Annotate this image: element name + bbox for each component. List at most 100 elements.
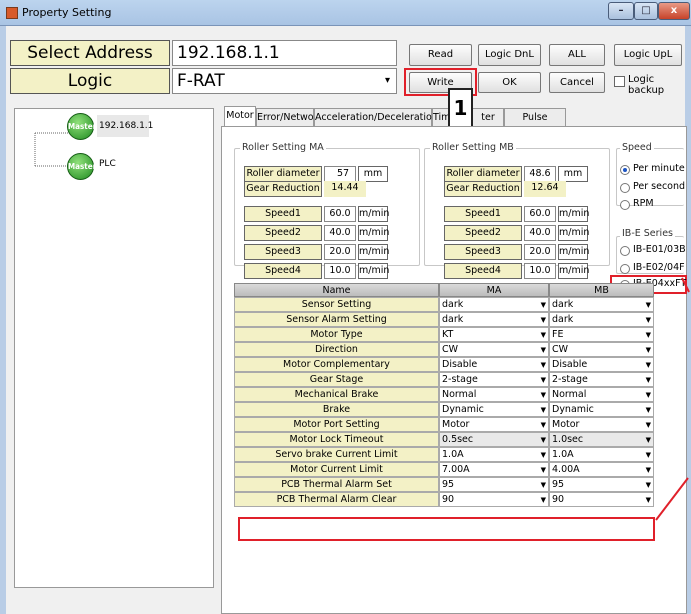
ma-speed4-input[interactable]: 10.0 <box>324 263 356 279</box>
chevron-down-icon[interactable]: ▼ <box>541 418 546 432</box>
chevron-down-icon[interactable]: ▼ <box>646 448 651 462</box>
ma-speed1-input[interactable]: 60.0 <box>324 206 356 222</box>
chevron-down-icon[interactable]: ▼ <box>646 358 651 372</box>
grid-row-mb-select[interactable]: FE ▼ <box>549 327 654 342</box>
grid-row-ma-select[interactable]: 90 ▼ <box>439 492 549 507</box>
ma-speed2-input[interactable]: 40.0 <box>324 225 356 241</box>
grid-row-mb-select[interactable]: Disable ▼ <box>549 357 654 372</box>
mb-roller-diameter-input[interactable]: 48.6 <box>524 166 556 182</box>
chevron-down-icon[interactable]: ▼ <box>646 373 651 387</box>
mb-speed4-input[interactable]: 10.0 <box>524 263 556 279</box>
grid-row-ma-select[interactable]: CW ▼ <box>439 342 549 357</box>
grid-row-mb-select[interactable]: 2-stage ▼ <box>549 372 654 387</box>
grid-row-mb-select[interactable]: Motor ▼ <box>549 417 654 432</box>
close-button[interactable]: x <box>658 2 690 20</box>
grid-row-ma-select[interactable]: dark ▼ <box>439 297 549 312</box>
chevron-down-icon[interactable]: ▼ <box>646 343 651 357</box>
rpm-radio[interactable] <box>620 200 630 210</box>
grid-row-mb-select-text: dark <box>552 299 574 310</box>
ibe-01-03b-radio[interactable] <box>620 246 630 256</box>
ma-speed3-input[interactable]: 20.0 <box>324 244 356 260</box>
grid-header-mb[interactable]: MB <box>549 283 654 297</box>
tree-node-plc[interactable]: PLC <box>99 159 116 169</box>
grid-row-ma-select[interactable]: KT ▼ <box>439 327 549 342</box>
tab-counter[interactable]: ter <box>472 108 504 127</box>
grid-row-ma-select[interactable]: Disable ▼ <box>439 357 549 372</box>
chevron-down-icon[interactable]: ▼ <box>646 313 651 327</box>
grid-header-ma[interactable]: MA <box>439 283 549 297</box>
master-node-icon[interactable]: Master <box>67 113 96 140</box>
per-minute-radio[interactable] <box>620 165 630 175</box>
chevron-down-icon[interactable]: ▼ <box>541 478 546 492</box>
grid-row-ma-select[interactable]: 2-stage ▼ <box>439 372 549 387</box>
grid-row-mb-select[interactable]: dark ▼ <box>549 297 654 312</box>
chevron-down-icon[interactable]: ▼ <box>646 298 651 312</box>
cancel-button[interactable]: Cancel <box>549 72 605 93</box>
logic-select[interactable]: F-RAT ▾ <box>172 68 397 94</box>
grid-row-ma-select[interactable]: dark ▼ <box>439 312 549 327</box>
chevron-down-icon[interactable]: ▼ <box>646 433 651 447</box>
chevron-down-icon[interactable]: ▼ <box>646 463 651 477</box>
all-button[interactable]: ALL <box>549 44 605 66</box>
maximize-button[interactable]: □ <box>634 2 658 20</box>
per-second-radio[interactable] <box>620 183 630 193</box>
chevron-down-icon[interactable]: ▼ <box>646 328 651 342</box>
chevron-down-icon[interactable]: ▼ <box>541 403 546 417</box>
grid-row-name-text: Sensor Alarm Setting <box>286 314 387 325</box>
ma-roller-diameter-input[interactable]: 57 <box>324 166 356 182</box>
logic-dnl-button[interactable]: Logic DnL <box>478 44 541 66</box>
tab-pulse-counter[interactable]: Pulse Counter <box>504 108 566 141</box>
logic-upl-button[interactable]: Logic UpL <box>614 44 682 66</box>
grid-row-mb-select[interactable]: 1.0sec ▼ <box>549 432 654 447</box>
mb-speed2-input[interactable]: 40.0 <box>524 225 556 241</box>
mb-speed1-input[interactable]: 60.0 <box>524 206 556 222</box>
chevron-down-icon[interactable]: ▼ <box>541 328 546 342</box>
grid-row-ma-select[interactable]: 7.00A ▼ <box>439 462 549 477</box>
grid-row-mb-select[interactable]: 1.0A ▼ <box>549 447 654 462</box>
grid-row-ma-select[interactable]: 1.0A ▼ <box>439 447 549 462</box>
grid-row-mb-select[interactable]: 90 ▼ <box>549 492 654 507</box>
grid-row-name: Servo brake Current Limit <box>234 447 439 462</box>
grid-row-mb-select-text: 4.00A <box>552 464 580 475</box>
grid-row-mb-select[interactable]: Normal ▼ <box>549 387 654 402</box>
chevron-down-icon[interactable]: ▼ <box>541 373 546 387</box>
chevron-down-icon[interactable]: ▼ <box>541 433 546 447</box>
grid-row-ma-select[interactable]: Normal ▼ <box>439 387 549 402</box>
chevron-down-icon[interactable]: ▼ <box>541 343 546 357</box>
read-button[interactable]: Read <box>409 44 472 66</box>
plc-node-icon[interactable]: Master <box>67 153 96 180</box>
grid-row-ma-select[interactable]: 95 ▼ <box>439 477 549 492</box>
chevron-down-icon[interactable]: ▼ <box>541 313 546 327</box>
grid-row-mb-select[interactable]: dark ▼ <box>549 312 654 327</box>
title-bar[interactable]: Property Setting – □ x <box>0 0 691 26</box>
tab-error-network[interactable]: Error/Network <box>256 108 323 127</box>
chevron-down-icon[interactable]: ▼ <box>646 418 651 432</box>
tab-acceleration-deceleration[interactable]: Acceleration/Deceleration <box>314 108 438 127</box>
chevron-down-icon[interactable]: ▼ <box>646 403 651 417</box>
chevron-down-icon[interactable]: ▼ <box>541 358 546 372</box>
chevron-down-icon[interactable]: ▼ <box>541 463 546 477</box>
chevron-down-icon[interactable]: ▼ <box>541 493 546 507</box>
ok-button[interactable]: OK <box>478 72 541 93</box>
chevron-down-icon[interactable]: ▼ <box>541 448 546 462</box>
grid-row-mb-select[interactable]: 4.00A ▼ <box>549 462 654 477</box>
grid-row-mb-select[interactable]: Dynamic ▼ <box>549 402 654 417</box>
address-input[interactable]: 192.168.1.1 <box>172 40 397 66</box>
grid-row-ma-select-text: 1.0A <box>442 449 464 460</box>
tab-motor[interactable]: Motor <box>224 106 256 127</box>
chevron-down-icon[interactable]: ▼ <box>541 298 546 312</box>
chevron-down-icon[interactable]: ▼ <box>646 388 651 402</box>
grid-row-ma-select[interactable]: Motor ▼ <box>439 417 549 432</box>
grid-row-mb-select[interactable]: CW ▼ <box>549 342 654 357</box>
grid-header-name[interactable]: Name <box>234 283 439 297</box>
grid-row-ma-select[interactable]: 0.5sec ▼ <box>439 432 549 447</box>
mb-speed3-input[interactable]: 20.0 <box>524 244 556 260</box>
grid-row-ma-select[interactable]: Dynamic ▼ <box>439 402 549 417</box>
tree-node-address[interactable]: 192.168.1.1 <box>97 115 153 137</box>
grid-row-mb-select-text: Dynamic <box>552 404 594 415</box>
minimize-button[interactable]: – <box>608 2 634 20</box>
grid-row-mb-select[interactable]: 95 ▼ <box>549 477 654 492</box>
logic-backup-checkbox[interactable] <box>614 76 625 87</box>
chevron-down-icon[interactable]: ▼ <box>541 388 546 402</box>
ibe-02-04f-radio[interactable] <box>620 264 630 274</box>
